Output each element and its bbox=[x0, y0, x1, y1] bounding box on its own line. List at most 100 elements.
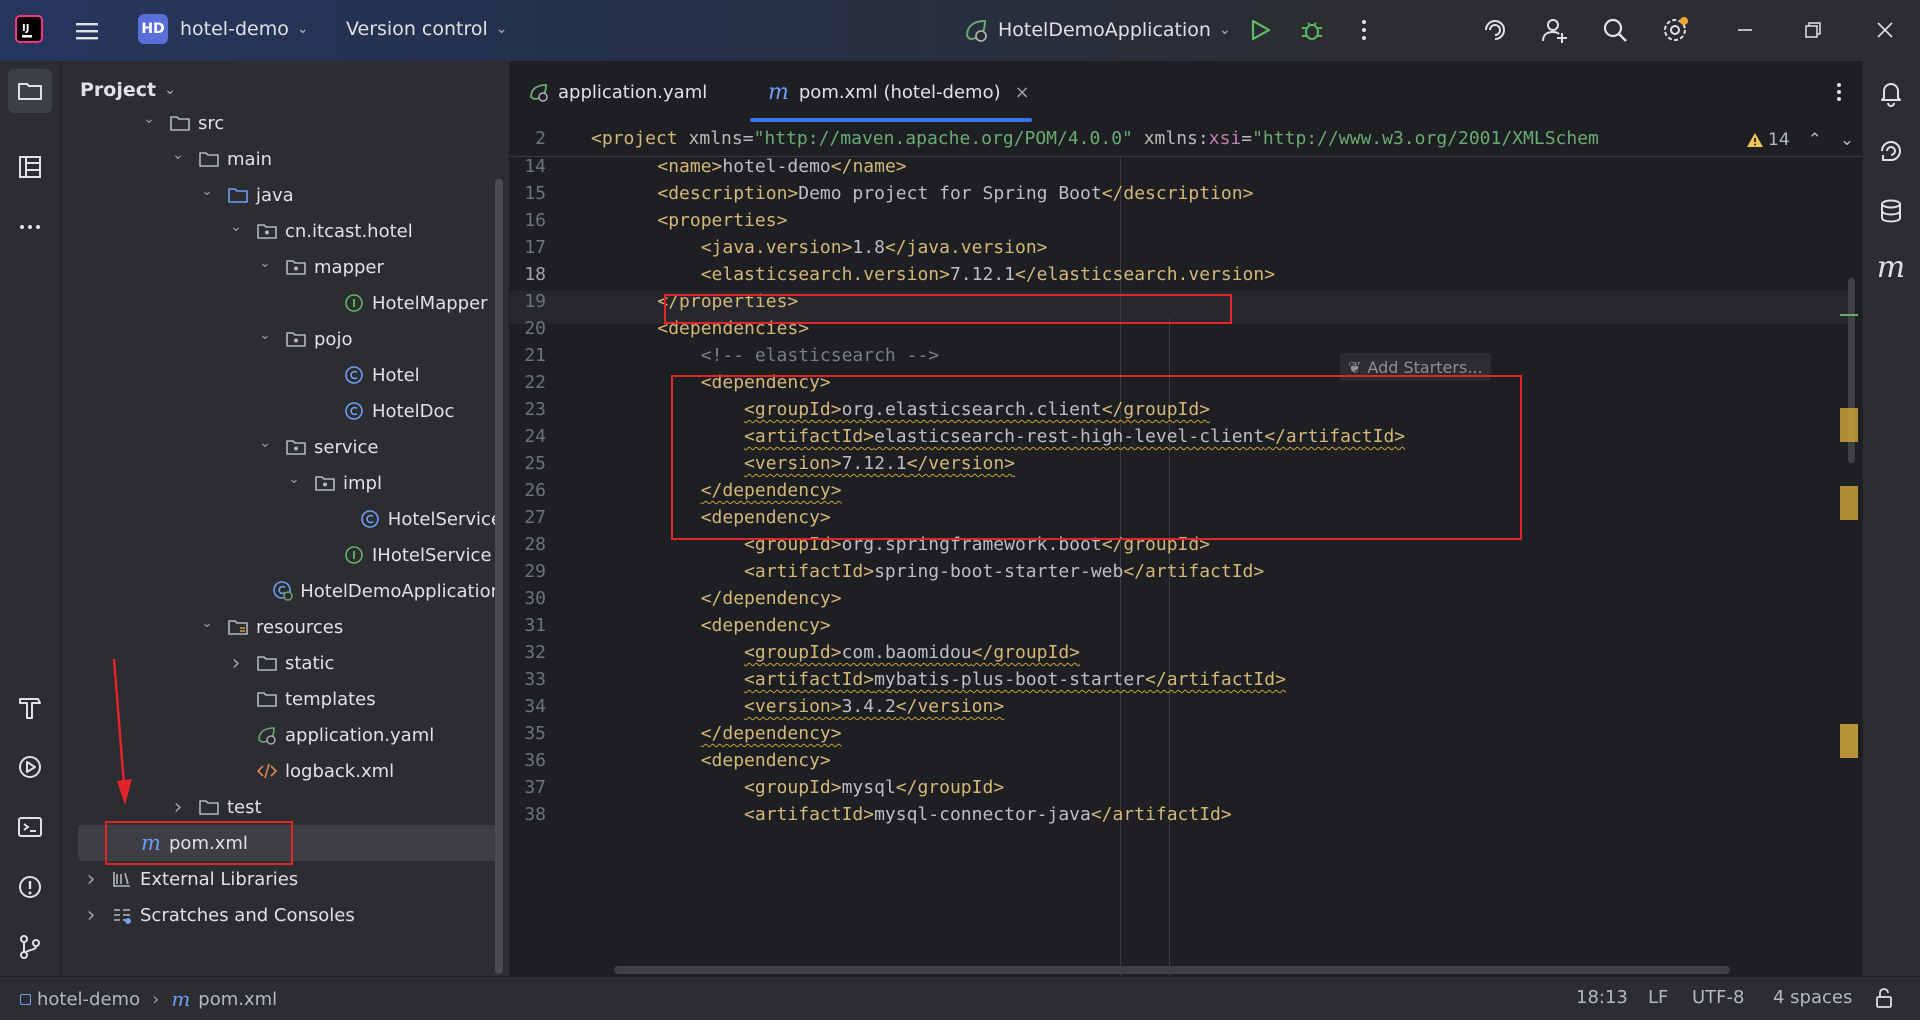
restore-icon[interactable] bbox=[1798, 15, 1828, 45]
chevron-right-icon[interactable]: › bbox=[82, 867, 100, 892]
breadcrumb-project[interactable]: hotel-demo bbox=[37, 989, 140, 1010]
code-line[interactable]: 21 <!-- elasticsearch --> bbox=[510, 342, 1848, 369]
code-line[interactable]: 17 <java.version>1.8</java.version> bbox=[510, 234, 1848, 261]
code-line[interactable]: 31 <dependency> bbox=[510, 612, 1848, 639]
chevron-right-icon[interactable]: › bbox=[82, 903, 100, 928]
warning-marker[interactable] bbox=[1840, 724, 1858, 758]
chevron-down-icon[interactable]: ⌄ bbox=[256, 327, 274, 343]
terminal-icon[interactable] bbox=[8, 805, 52, 849]
inspection-widget[interactable]: 14 ⌃ ⌄ bbox=[1740, 127, 1855, 153]
chevron-down-icon[interactable]: ⌄ bbox=[140, 111, 158, 127]
project-folder-icon[interactable] bbox=[8, 69, 52, 113]
code-line[interactable]: 18 <elasticsearch.version>7.12.1</elasti… bbox=[510, 261, 1848, 288]
project-panel-header[interactable]: Project ⌄ bbox=[80, 79, 176, 101]
code-line[interactable]: 37 <groupId>mysql</groupId> bbox=[510, 774, 1848, 801]
warning-marker[interactable] bbox=[1840, 408, 1858, 442]
tab-pom-xml[interactable]: m pom.xml (hotel-demo) × bbox=[768, 61, 1030, 123]
tab-application-yaml[interactable]: application.yaml bbox=[528, 61, 707, 123]
code-line[interactable]: 30 </dependency> bbox=[510, 585, 1848, 612]
breadcrumb-file[interactable]: pom.xml bbox=[198, 989, 277, 1010]
tree-item-java[interactable]: ⌄ java bbox=[62, 177, 502, 213]
tree-item-scratches-and-consoles[interactable]: › Scratches and Consoles bbox=[62, 897, 502, 933]
tree-item-pojo[interactable]: ⌄ pojo bbox=[62, 321, 502, 357]
add-starters-label: Add Starters... bbox=[1367, 357, 1483, 377]
warning-icon bbox=[1746, 131, 1764, 149]
previous-highlight-icon[interactable]: ⌃ bbox=[1808, 130, 1822, 150]
tree-item-service[interactable]: ⌄ service bbox=[62, 429, 502, 465]
tree-item-cn-itcast-hotel[interactable]: ⌄ cn.itcast.hotel bbox=[62, 213, 502, 249]
app-logo-icon[interactable]: IJ bbox=[14, 14, 44, 44]
editor-horizontal-scrollbar[interactable] bbox=[614, 966, 1730, 974]
tree-item-main[interactable]: ⌄ main bbox=[62, 141, 502, 177]
code-line[interactable]: 36 <dependency> bbox=[510, 747, 1848, 774]
close-icon[interactable] bbox=[1870, 15, 1900, 45]
line-number: 23 bbox=[524, 399, 546, 420]
search-icon[interactable] bbox=[1600, 15, 1630, 45]
main-menu-icon[interactable] bbox=[72, 16, 102, 46]
code-line[interactable]: 33 <artifactId>mybatis-plus-boot-starter… bbox=[510, 666, 1848, 693]
chevron-down-icon[interactable]: ⌄ bbox=[256, 435, 274, 451]
tree-item-hotel[interactable]: Hotel bbox=[62, 357, 502, 393]
code-line[interactable]: 16 <properties> bbox=[510, 207, 1848, 234]
run-config-selector[interactable]: HotelDemoApplication ⌄ bbox=[962, 16, 1231, 44]
tree-item-resources[interactable]: ⌄ resources bbox=[62, 609, 502, 645]
code-line[interactable]: 34 <version>3.4.2</version> bbox=[510, 693, 1848, 720]
tree-item-ihotelservice[interactable]: IHotelService bbox=[62, 537, 502, 573]
add-user-icon[interactable] bbox=[1540, 15, 1570, 45]
tree-item-hotelmapper[interactable]: HotelMapper bbox=[62, 285, 502, 321]
more-actions-icon[interactable] bbox=[1350, 16, 1378, 44]
database-icon[interactable] bbox=[1869, 189, 1913, 233]
git-branch-icon[interactable] bbox=[8, 925, 52, 969]
code-line[interactable]: 14 <name>hotel-demo</name> bbox=[510, 153, 1848, 180]
tree-item-label: templates bbox=[285, 688, 376, 710]
tree-item-src[interactable]: ⌄ src bbox=[62, 111, 502, 141]
chevron-down-icon[interactable]: ⌄ bbox=[198, 615, 216, 631]
next-highlight-icon[interactable]: ⌄ bbox=[1840, 130, 1854, 150]
code-line[interactable]: 32 <groupId>com.baomidou</groupId> bbox=[510, 639, 1848, 666]
file-encoding[interactable]: UTF-8 bbox=[1692, 987, 1744, 1008]
chevron-right-icon[interactable]: › bbox=[227, 651, 245, 676]
tab-more-icon[interactable] bbox=[1826, 79, 1852, 109]
ai-chat-icon[interactable] bbox=[1869, 129, 1913, 173]
run-icon[interactable] bbox=[1246, 16, 1274, 44]
tree-item-external-libraries[interactable]: › External Libraries bbox=[62, 861, 502, 897]
chevron-down-icon[interactable]: ⌄ bbox=[285, 471, 303, 487]
code-line[interactable]: 29 <artifactId>spring-boot-starter-web</… bbox=[510, 558, 1848, 585]
debug-icon[interactable] bbox=[1298, 16, 1326, 44]
maven-tool-icon[interactable]: m bbox=[1869, 245, 1913, 289]
tree-item-hotelservice[interactable]: HotelService bbox=[62, 501, 502, 537]
chevron-down-icon[interactable]: ⌄ bbox=[169, 147, 187, 163]
code-line[interactable]: 2 <project xmlns="http://maven.apache.org… bbox=[510, 125, 1848, 152]
minimize-icon[interactable] bbox=[1730, 15, 1760, 45]
code-view[interactable]: 2 <project xmlns="http://maven.apache.org… bbox=[510, 123, 1862, 976]
settings-gear-icon[interactable] bbox=[1660, 15, 1690, 45]
problems-icon[interactable] bbox=[8, 865, 52, 909]
tree-item-hoteldoc[interactable]: HotelDoc bbox=[62, 393, 502, 429]
code-line[interactable]: 35 </dependency> bbox=[510, 720, 1848, 747]
project-switcher[interactable]: HD hotel-demo ⌄ bbox=[138, 14, 309, 44]
code-line[interactable]: 15 <description>Demo project for Spring … bbox=[510, 180, 1848, 207]
services-run-icon[interactable] bbox=[8, 745, 52, 789]
tree-item-impl[interactable]: ⌄ impl bbox=[62, 465, 502, 501]
lock-icon[interactable] bbox=[1872, 986, 1896, 1015]
project-scrollbar[interactable] bbox=[495, 179, 503, 974]
close-tab-icon[interactable]: × bbox=[1015, 82, 1030, 103]
chevron-down-icon[interactable]: ⌄ bbox=[198, 183, 216, 199]
indent-setting[interactable]: 4 spaces bbox=[1773, 987, 1852, 1008]
build-hammer-icon[interactable] bbox=[8, 685, 52, 729]
caret-position[interactable]: 18:13 bbox=[1576, 987, 1628, 1008]
more-tools-icon[interactable] bbox=[8, 205, 52, 249]
tree-item-hoteldemoapplication[interactable]: HotelDemoApplication bbox=[62, 573, 502, 609]
tree-item-mapper[interactable]: ⌄ mapper bbox=[62, 249, 502, 285]
chevron-down-icon[interactable]: ⌄ bbox=[227, 219, 245, 235]
code-line[interactable]: 38 <artifactId>mysql-connector-java</art… bbox=[510, 801, 1848, 828]
warning-marker[interactable] bbox=[1840, 486, 1858, 520]
chevron-right-icon[interactable]: › bbox=[169, 795, 187, 820]
line-separator[interactable]: LF bbox=[1648, 987, 1668, 1008]
chevron-down-icon[interactable]: ⌄ bbox=[256, 255, 274, 271]
ai-assistant-icon[interactable] bbox=[1480, 15, 1510, 45]
vcs-menu[interactable]: Version control ⌄ bbox=[346, 18, 508, 40]
structure-icon[interactable] bbox=[8, 145, 52, 189]
notifications-bell-icon[interactable] bbox=[1869, 71, 1913, 115]
